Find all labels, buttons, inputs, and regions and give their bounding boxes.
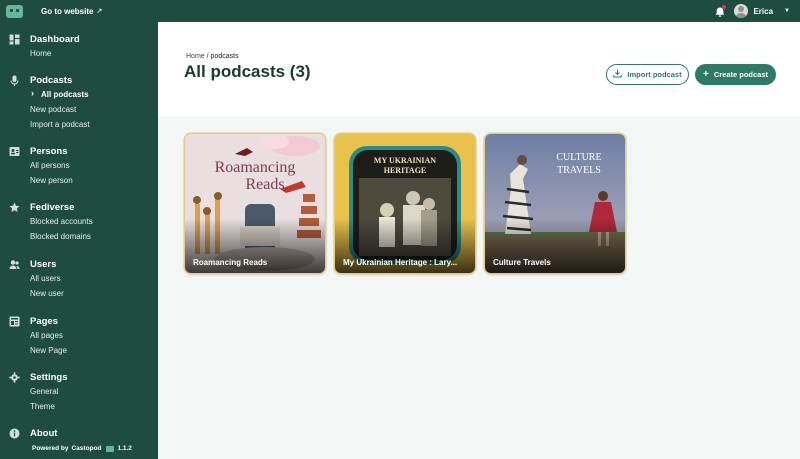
- download-icon: [613, 69, 623, 80]
- svg-text:Roamancing: Roamancing: [215, 159, 296, 176]
- person-card-icon: [9, 146, 20, 157]
- version-number: 1.1.2: [117, 445, 132, 452]
- sidebar-item-all-podcasts[interactable]: All podcasts: [0, 86, 158, 102]
- go-to-website-link[interactable]: Go to website ↗: [41, 7, 102, 16]
- sidebar-item-all-persons[interactable]: All persons: [0, 158, 158, 173]
- import-podcast-label: Import podcast: [627, 70, 682, 79]
- sidebar-item-blocked-domains[interactable]: Blocked domains: [0, 229, 158, 244]
- avatar: [734, 4, 749, 18]
- create-podcast-label: Create podcast: [713, 70, 769, 79]
- sidebar-section-pages: Pages All pages New Page: [0, 314, 158, 358]
- castopod-link[interactable]: Castopod: [71, 445, 101, 452]
- castopod-logo-icon[interactable]: [3, 0, 25, 22]
- sidebar: Dashboard Home Podcasts All podcasts New…: [0, 22, 158, 459]
- breadcrumb-home[interactable]: Home: [186, 53, 205, 60]
- powered-by-label: Powered by: [32, 445, 69, 452]
- sidebar-item-all-pages[interactable]: All pages: [0, 328, 158, 343]
- sidebar-heading-pages: Pages: [30, 315, 58, 327]
- pages-icon: [9, 316, 20, 327]
- users-icon: [9, 259, 20, 270]
- sidebar-section-podcasts: Podcasts All podcasts New podcast Import…: [0, 73, 158, 132]
- svg-text:MY UKRAINIAN: MY UKRAINIAN: [374, 156, 436, 165]
- sidebar-item-new-podcast[interactable]: New podcast: [0, 102, 158, 117]
- podcast-title: Roamancing Reads: [193, 258, 268, 267]
- chevron-down-icon: ▼: [784, 8, 790, 14]
- podcast-title: Culture Travels: [493, 258, 551, 267]
- external-link-icon: ↗: [96, 8, 103, 15]
- star-icon: [9, 202, 20, 213]
- podcast-card[interactable]: CULTURE TRAVELS Culture Travels: [485, 134, 625, 273]
- sidebar-item-blocked-accounts[interactable]: Blocked accounts: [0, 214, 158, 229]
- dashboard-icon: [9, 34, 20, 45]
- sidebar-item-all-users[interactable]: All users: [0, 271, 158, 286]
- sidebar-item-import-podcast[interactable]: Import a podcast: [0, 117, 158, 132]
- sidebar-heading-dashboard: Dashboard: [30, 33, 80, 45]
- sidebar-section-persons: Persons All persons New person: [0, 144, 158, 188]
- sidebar-heading-about: About: [30, 427, 58, 439]
- podcast-title: My Ukrainian Heritage : Lary...: [343, 258, 458, 267]
- page-title: All podcasts (3): [184, 62, 311, 81]
- castopod-mini-logo-icon: [106, 445, 115, 452]
- create-podcast-button[interactable]: + Create podcast: [695, 64, 776, 85]
- sidebar-item-general[interactable]: General: [0, 384, 158, 399]
- podcast-card[interactable]: MY UKRAINIAN HERITAGE My Ukrainian Herit…: [335, 134, 475, 273]
- sidebar-item-new-page[interactable]: New Page: [0, 343, 158, 358]
- sidebar-section-settings: Settings General Theme: [0, 370, 158, 414]
- podcast-card[interactable]: Roamancing Reads Roamancing Reads: [185, 134, 325, 273]
- go-to-website-label: Go to website: [41, 6, 94, 16]
- info-icon: [9, 428, 20, 439]
- sidebar-heading-podcasts: Podcasts: [30, 74, 73, 86]
- sidebar-section-dashboard: Dashboard Home: [0, 32, 158, 61]
- sidebar-heading-users: Users: [30, 258, 57, 270]
- user-menu[interactable]: Erica ▼: [734, 4, 790, 18]
- sidebar-section-about: About: [0, 426, 158, 440]
- breadcrumb-separator: /: [206, 53, 209, 60]
- sidebar-item-label: All podcasts: [41, 90, 89, 99]
- microphone-icon: [9, 75, 20, 86]
- notifications-bell-icon[interactable]: [714, 5, 727, 17]
- sidebar-section-users: Users All users New user: [0, 257, 158, 301]
- gear-icon: [9, 371, 20, 383]
- page-header: Home / podcasts All podcasts (3) Import …: [158, 22, 800, 117]
- breadcrumb: Home / podcasts: [186, 53, 239, 60]
- user-name: Erica: [753, 6, 774, 16]
- sidebar-heading-persons: Persons: [30, 145, 68, 157]
- powered-by: Powered by Castopod 1.1.2: [32, 445, 132, 452]
- sidebar-item-new-user[interactable]: New user: [0, 286, 158, 301]
- import-podcast-button[interactable]: Import podcast: [606, 64, 689, 85]
- sidebar-heading-fediverse: Fediverse: [30, 201, 75, 213]
- sidebar-heading-settings: Settings: [30, 371, 68, 383]
- sidebar-item-theme[interactable]: Theme: [0, 399, 158, 414]
- breadcrumb-current: podcasts: [210, 53, 239, 60]
- plus-icon: +: [702, 69, 709, 80]
- svg-text:CULTURE: CULTURE: [556, 152, 601, 163]
- sidebar-section-fediverse: Fediverse Blocked accounts Blocked domai…: [0, 200, 158, 244]
- svg-text:Reads: Reads: [245, 176, 284, 193]
- top-bar: Go to website ↗ Erica ▼: [0, 0, 800, 22]
- sidebar-item-home[interactable]: Home: [0, 46, 158, 61]
- sidebar-item-new-person[interactable]: New person: [0, 173, 158, 188]
- svg-text:TRAVELS: TRAVELS: [557, 165, 601, 176]
- svg-text:HERITAGE: HERITAGE: [384, 166, 427, 175]
